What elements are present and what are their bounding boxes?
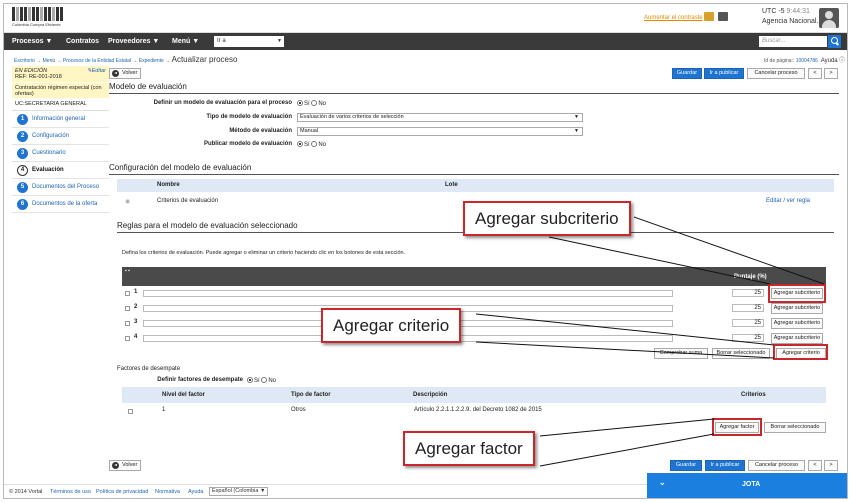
normativa-link[interactable]: Normativa <box>155 489 180 495</box>
privacy-link[interactable]: Política de privacidad <box>96 489 148 495</box>
callout-agregar-criterio: Agregar criterio <box>321 308 462 343</box>
jota-chat-widget[interactable]: ⌄ JOTA <box>647 473 847 498</box>
callout-agregar-subcriterio: Agregar subcriterio <box>463 201 631 236</box>
callout-agregar-factor: Agregar factor <box>403 431 535 466</box>
terms-link[interactable]: Términos de uso <box>50 489 91 495</box>
app-frame: Colombia Compra Eficiente Aumentar el co… <box>3 3 848 499</box>
copyright: © 2014 Vortal <box>9 489 43 495</box>
ayuda-link[interactable]: Ayuda <box>188 489 204 495</box>
chat-label: JOTA <box>742 481 761 488</box>
chevron-down-icon[interactable]: ⌄ <box>659 478 666 487</box>
callout-connector-lines <box>475 216 825 467</box>
language-select[interactable]: Español (Colombia ▼ <box>209 487 269 496</box>
